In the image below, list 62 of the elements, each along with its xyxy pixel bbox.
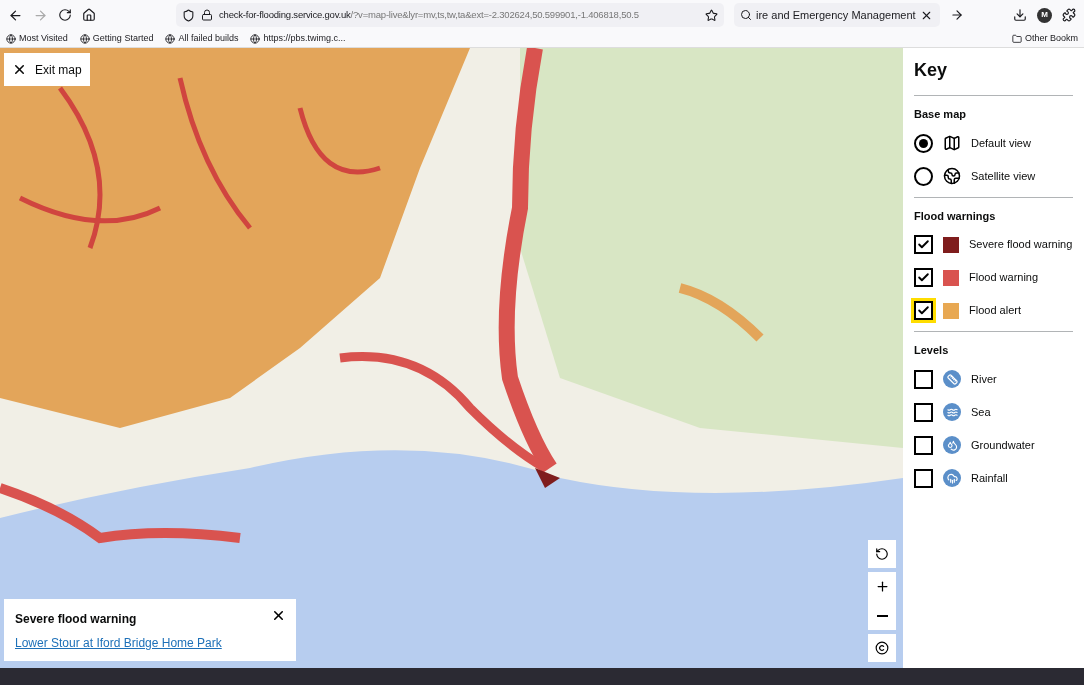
checkbox[interactable] (914, 235, 933, 254)
checkbox[interactable] (914, 268, 933, 287)
address-bar[interactable]: check-for-flooding.service.gov.uk/?v=map-live&lyr=mv,ts,tw,ta&ext=-2.302624,50.599901,-1.406818,50.5 (176, 3, 724, 27)
bookmark-item[interactable]: Most Visited (6, 31, 68, 46)
key-item-label: Satellite view (971, 168, 1036, 184)
account-avatar[interactable]: M (1037, 7, 1052, 23)
attribution-button[interactable] (868, 634, 896, 662)
radio-button[interactable] (914, 133, 933, 153)
bookmark-item[interactable]: https://pbs.twimg.c... (250, 31, 346, 46)
checkbox[interactable] (914, 369, 933, 389)
reset-rotation-button[interactable] (868, 540, 896, 568)
exit-map-button[interactable]: Exit map (4, 53, 90, 86)
close-icon (12, 62, 27, 77)
globe-icon (943, 167, 961, 185)
back-icon[interactable] (8, 7, 23, 23)
key-item-label: Severe flood warning (969, 237, 1073, 253)
rotate-icon (875, 547, 889, 561)
key-item-label: Groundwater (971, 437, 1035, 453)
lock-icon (201, 9, 213, 21)
globe-icon (6, 33, 16, 44)
check-icon (917, 238, 930, 251)
check-icon (917, 271, 930, 284)
checkbox[interactable] (914, 435, 933, 455)
section-heading: Levels (914, 343, 950, 358)
section-heading: Base map (914, 107, 967, 122)
bookmark-star-icon[interactable] (705, 8, 718, 22)
map-icon (943, 134, 961, 152)
radio-button[interactable] (914, 166, 933, 186)
key-item-label: Sea (971, 404, 991, 420)
globe-icon (165, 33, 176, 44)
extensions-icon[interactable] (1062, 8, 1076, 22)
checkbox[interactable] (914, 468, 933, 488)
popup-title: Severe flood warning (15, 611, 137, 628)
bookmark-item[interactable]: Getting Started (79, 31, 154, 46)
copyright-icon (875, 641, 889, 655)
globe-icon (250, 33, 261, 44)
search-text: ire and Emergency Management (756, 7, 916, 23)
home-icon[interactable] (82, 8, 96, 22)
section-heading: Flood warnings (914, 208, 997, 224)
go-icon[interactable] (950, 8, 964, 22)
reload-icon[interactable] (58, 8, 72, 22)
shield-icon (182, 8, 195, 22)
key-item-label: Rainfall (971, 470, 1008, 486)
key-item-label: Flood warning (969, 270, 1039, 286)
key-item-label: River (971, 371, 997, 387)
key-item-label: Flood alert (969, 303, 1021, 319)
download-icon[interactable] (1013, 8, 1027, 22)
search-field[interactable]: ire and Emergency Management (734, 3, 940, 27)
bookmark-item[interactable]: All failed builds (165, 31, 239, 46)
key-item-label: Default view (971, 135, 1031, 151)
other-bookmarks[interactable]: Other Bookm (1011, 31, 1078, 46)
plus-icon (874, 579, 890, 594)
minus-icon (876, 614, 888, 617)
key-title: Key (914, 57, 1073, 96)
search-icon (740, 9, 752, 21)
url-text: check-for-flooding.service.gov.uk/?v=map-live&lyr=mv,ts,tw,ta&ext=-2.302624,50.599901,-1.406818,50.5 (219, 7, 640, 22)
close-icon[interactable] (271, 608, 286, 623)
check-icon (917, 304, 930, 317)
checkbox[interactable] (914, 402, 933, 422)
warning-link[interactable]: Lower Stour at Iford Bridge Home Park (15, 634, 285, 652)
globe-icon (79, 33, 90, 44)
folder-icon (1011, 33, 1022, 44)
